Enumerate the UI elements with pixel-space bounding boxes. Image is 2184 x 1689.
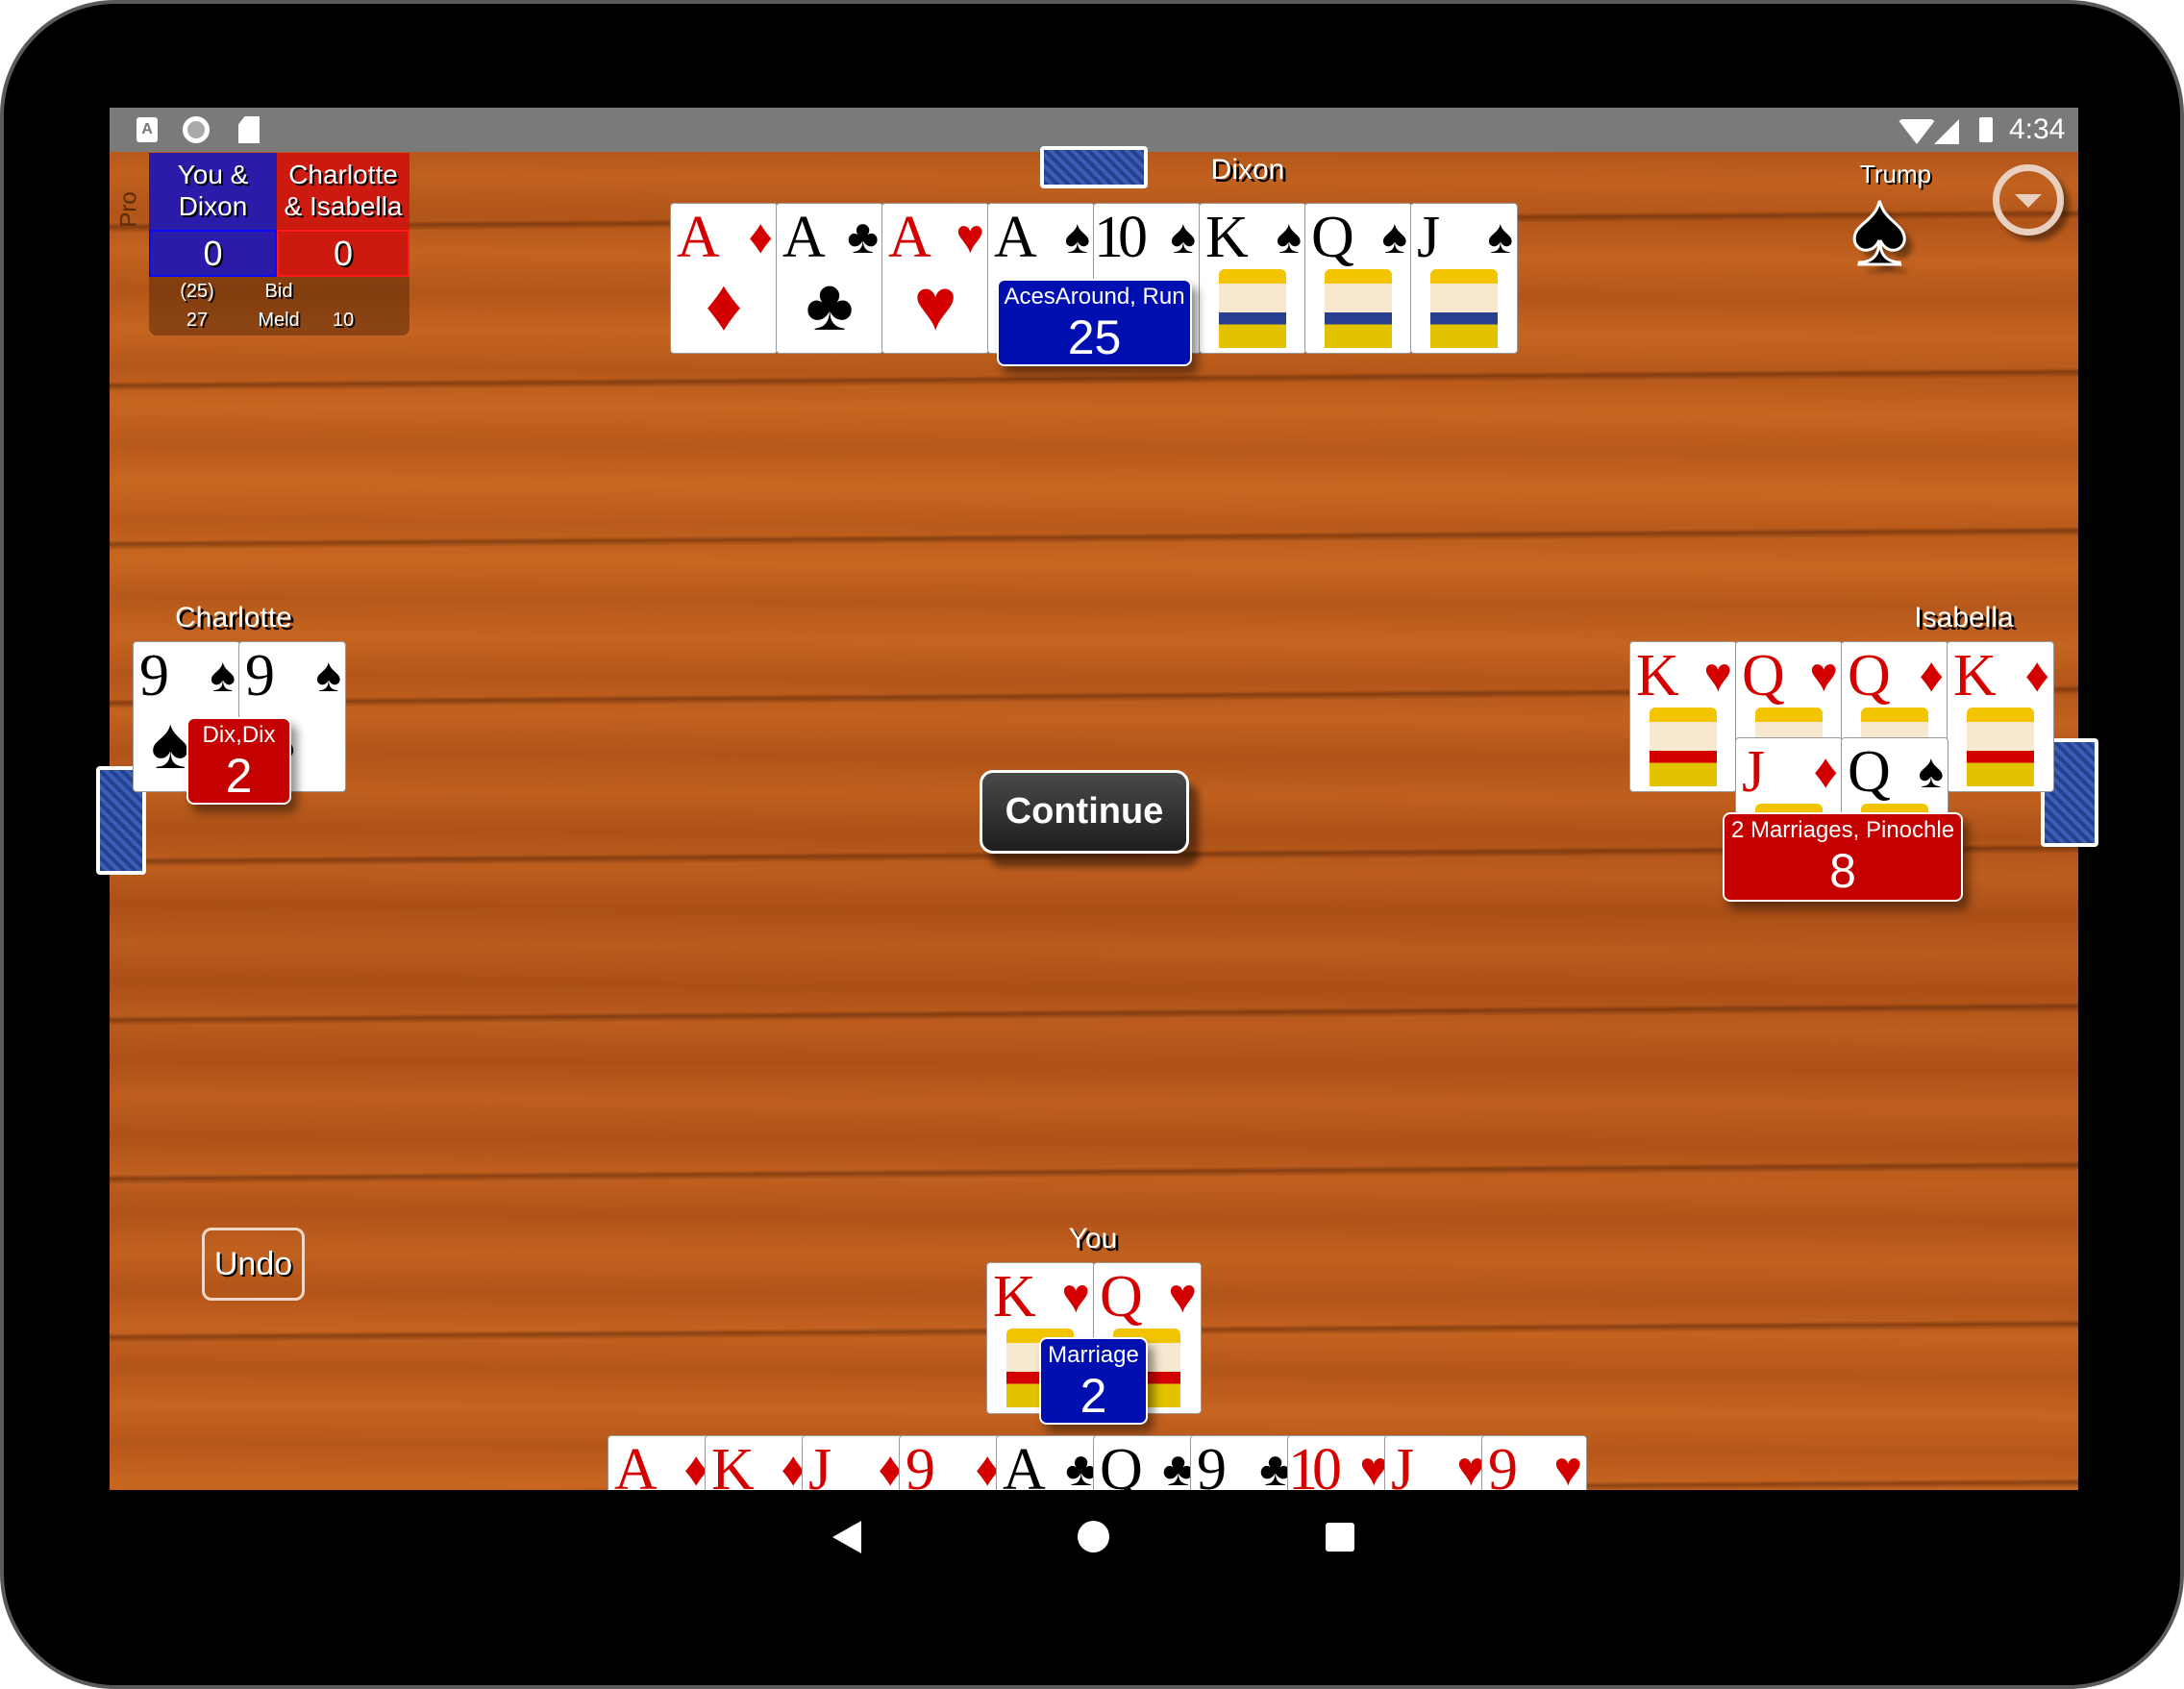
card-rank: Q: [1100, 1437, 1143, 1490]
card-rank: A: [1003, 1437, 1046, 1490]
card-rank: 9: [1488, 1437, 1518, 1490]
hand-card[interactable]: 9♥♥: [1481, 1435, 1587, 1490]
home-icon[interactable]: [1078, 1521, 1109, 1552]
hand-card[interactable]: 9♣♣: [1190, 1435, 1296, 1490]
hand-card[interactable]: Q ♣: [1093, 1435, 1199, 1490]
hand-card[interactable]: J ♥: [1384, 1435, 1490, 1490]
hand-card[interactable]: A♣♣: [996, 1435, 1102, 1490]
card-rank: A: [614, 1437, 658, 1490]
card-suit-icon: ♥: [1553, 1442, 1582, 1490]
player-hand: A♦♦K♦J♦9♦♦A♣♣Q♣9♣♣10♥♥J♥9♥♥: [0, 0, 2184, 1490]
undo-button[interactable]: Undo: [202, 1228, 305, 1301]
hand-card[interactable]: 10♥♥: [1287, 1435, 1393, 1490]
back-icon[interactable]: [832, 1521, 861, 1553]
card-rank: 9: [1197, 1437, 1227, 1490]
hand-card[interactable]: 9♦♦: [899, 1435, 1005, 1490]
hand-card[interactable]: K ♦: [705, 1435, 810, 1490]
card-rank: K: [711, 1437, 755, 1490]
card-rank: 10: [1288, 1437, 1342, 1490]
card-rank: J: [808, 1437, 832, 1490]
card-rank: J: [1391, 1437, 1415, 1490]
hand-card[interactable]: A♦♦: [608, 1435, 713, 1490]
card-rank: 9: [906, 1437, 935, 1490]
recents-icon[interactable]: [1326, 1523, 1354, 1552]
hand-card[interactable]: J ♦: [802, 1435, 907, 1490]
continue-button[interactable]: Continue: [980, 770, 1189, 854]
